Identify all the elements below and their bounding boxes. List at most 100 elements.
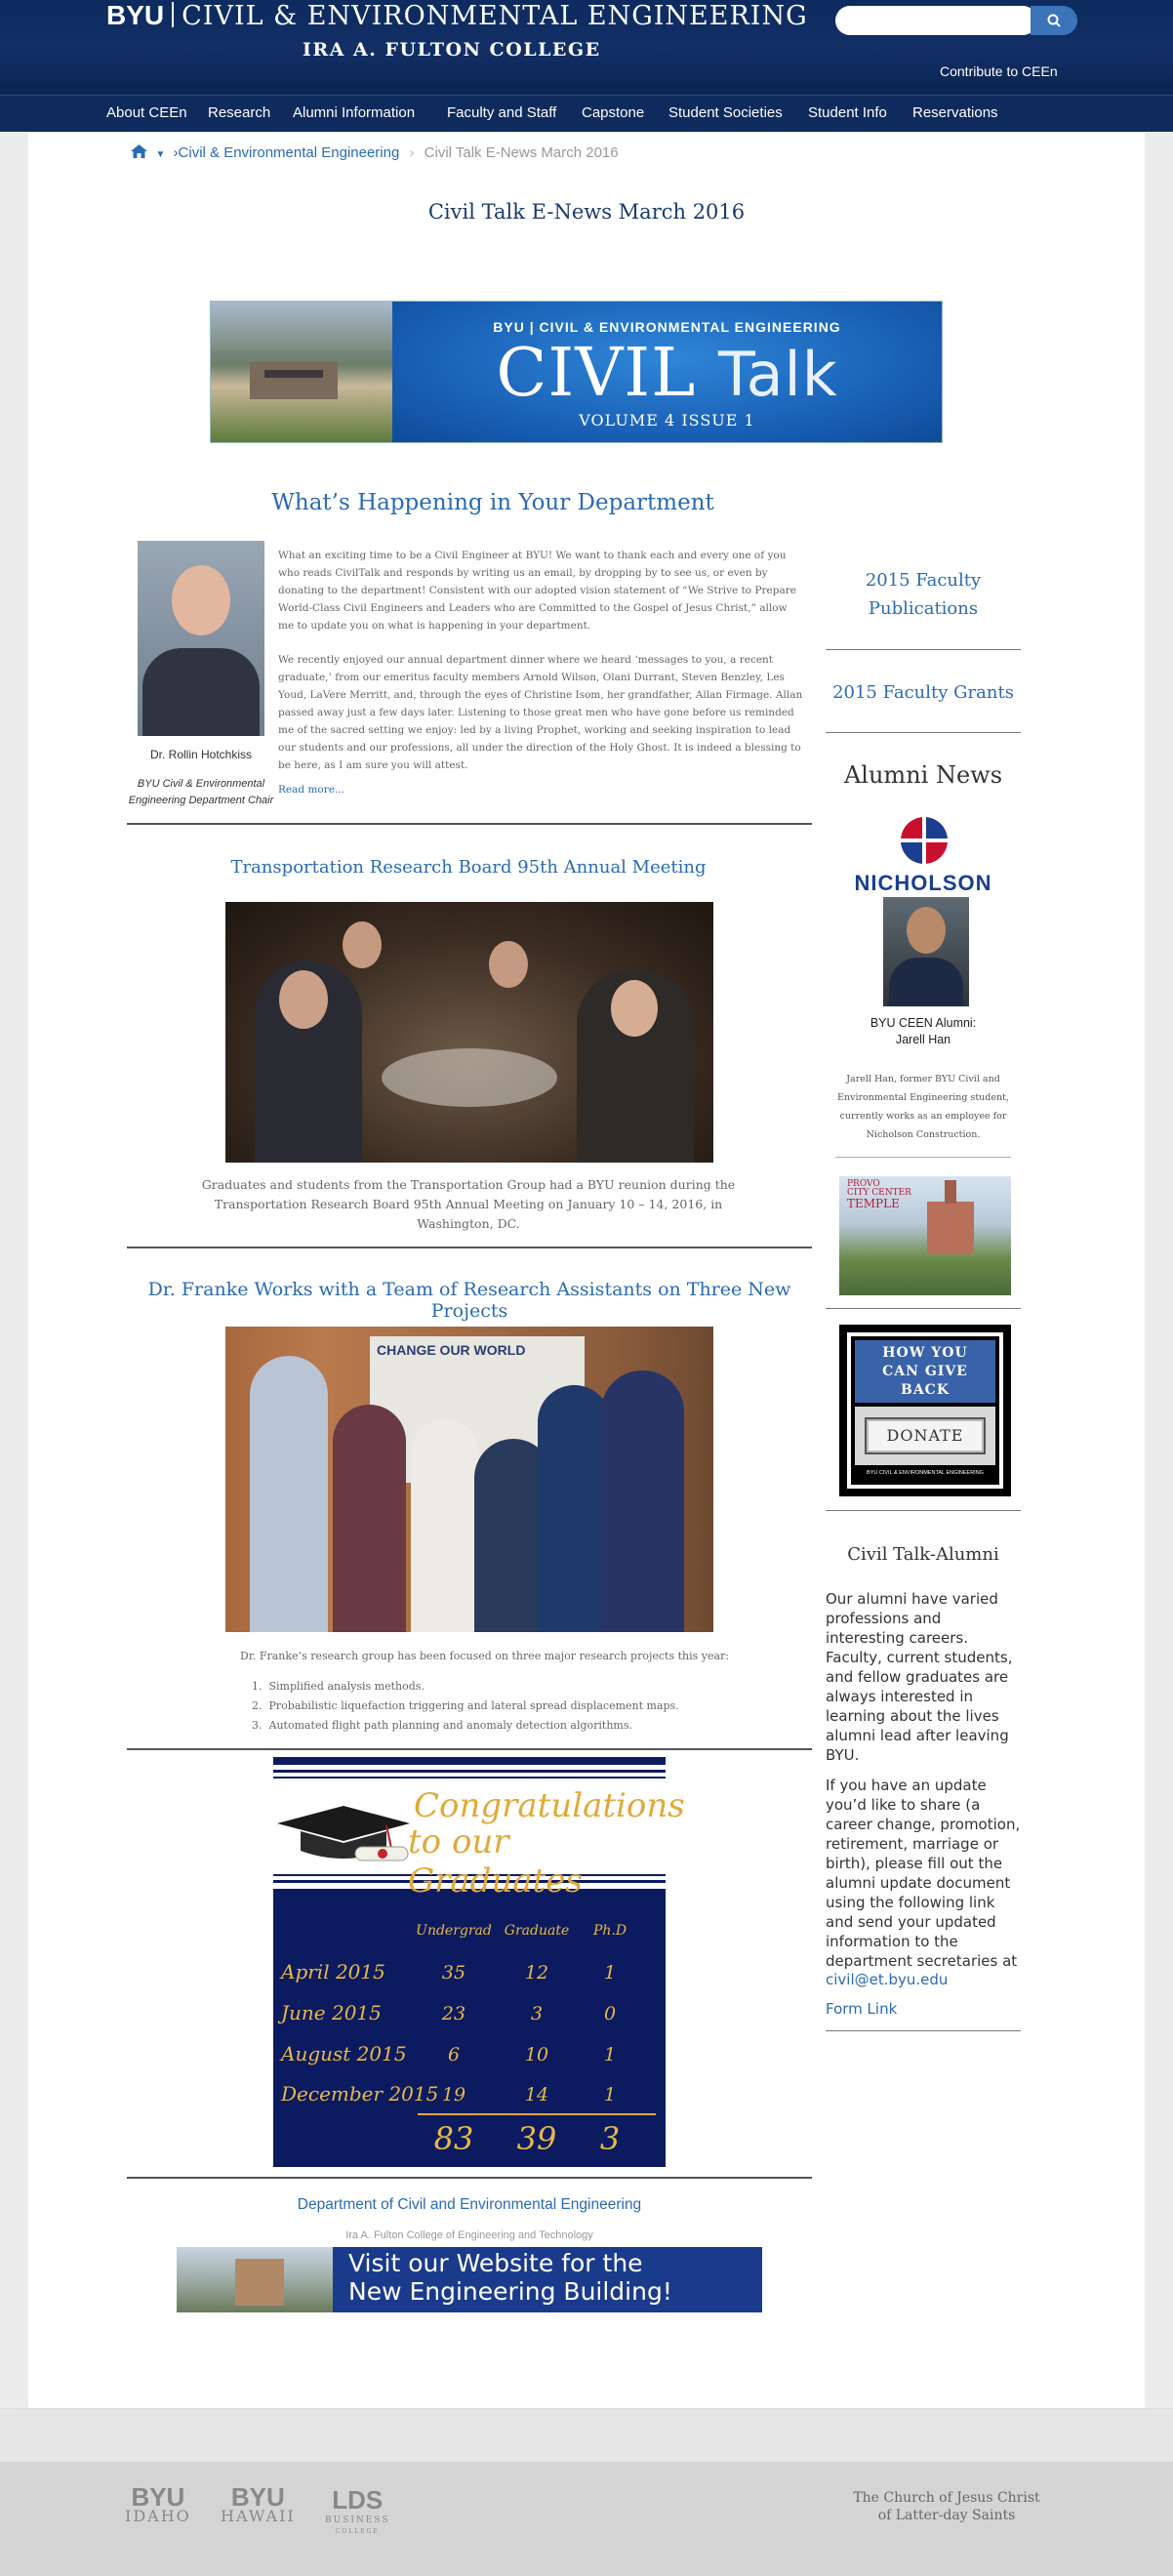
- article-3-title[interactable]: Dr. Franke Works with a Team of Research…: [127, 1279, 812, 1322]
- chair-role: BYU Civil & Environmental Engineering De…: [128, 778, 274, 806]
- email-link[interactable]: civil@et.byu.edu: [826, 1970, 948, 1989]
- alumni-description: Jarell Han, former BYU Civil and Environ…: [837, 1074, 1009, 1140]
- article-2-caption: Graduates and students from the Transpor…: [201, 1177, 736, 1231]
- row-term-april: April 2015: [281, 1960, 385, 1983]
- cell-august-phd: 1: [603, 2044, 617, 2065]
- civil-talk-alumni-paragraph-2: If you have an update you’d like to shar…: [826, 1777, 1021, 1970]
- site-header: BYU CIVIL & ENVIRONMENTAL ENGINEERING IRA…: [0, 0, 1173, 95]
- divider: [127, 2177, 812, 2179]
- cell-june-phd: 0: [603, 2003, 617, 2024]
- church-logo[interactable]: The Church of Jesus Christ of Latter-day…: [849, 2489, 1044, 2524]
- site-brand[interactable]: BYU CIVIL & ENVIRONMENTAL ENGINEERING: [106, 0, 808, 31]
- cell-june-undergrad: 23: [441, 2003, 466, 2024]
- portrait-suit: [142, 648, 260, 736]
- breadcrumb-link[interactable]: Civil & Environmental Engineering: [179, 144, 400, 161]
- breadcrumb-separator-icon: ›: [409, 144, 415, 161]
- cell-june-graduate: 3: [530, 2003, 544, 2024]
- banner-text: Visit our Website for the New Engineerin…: [348, 2249, 672, 2306]
- cell-december-graduate: 14: [524, 2084, 549, 2106]
- search-input[interactable]: [835, 6, 1037, 35]
- total-undergrad: 83: [433, 2120, 474, 2157]
- article-1-paragraph-2: We recently enjoyed our annual departmen…: [278, 654, 803, 771]
- search-button[interactable]: [1031, 6, 1077, 35]
- row-term-june: June 2015: [281, 2001, 382, 2024]
- department-name: CIVIL & ENVIRONMENTAL ENGINEERING: [182, 1, 808, 31]
- lds-business-college-logo-lds: LDS: [332, 2485, 384, 2515]
- cell-december-undergrad: 19: [441, 2084, 466, 2106]
- franke-team-photo: CHANGE OUR WORLD: [225, 1327, 713, 1632]
- contribute-link[interactable]: Contribute to CEEn: [940, 63, 1058, 79]
- nav-item-capstone[interactable]: Capstone: [582, 96, 644, 133]
- banner-talk: Talk: [717, 339, 838, 410]
- brand-divider: [172, 2, 175, 27]
- donate-banner[interactable]: HOW YOU CAN GIVE BACK DONATE BYU CIVIL &…: [839, 1325, 1011, 1496]
- alumni-caption: BYU CEEN Alumni: Jarell Han: [826, 1015, 1021, 1048]
- article-1-paragraph-1: What an exciting time to be a Civil Engi…: [278, 550, 796, 632]
- banner-text-line-1: Visit our Website for the: [348, 2249, 643, 2277]
- donate-button[interactable]: DONATE: [869, 1421, 982, 1451]
- nicholson-logo-icon: [900, 816, 949, 865]
- give-back-line-2: CAN GIVE: [882, 1364, 968, 1379]
- nav-item-research[interactable]: Research: [208, 96, 270, 133]
- divider: [127, 823, 812, 825]
- nav-item-about[interactable]: About CEEn: [106, 96, 187, 133]
- lds-business-college-logo-business: BUSINESS: [325, 2515, 390, 2525]
- divider: [826, 2030, 1021, 2031]
- col-header-graduate: Graduate: [504, 1923, 570, 1939]
- divider: [826, 1308, 1021, 1309]
- chevron-down-icon[interactable]: ▼: [155, 149, 165, 160]
- alumni-news-heading: Alumni News: [843, 761, 1003, 789]
- nav-item-reservations[interactable]: Reservations: [912, 96, 998, 133]
- nav-item-alumni[interactable]: Alumni Information: [293, 96, 415, 133]
- nav-item-faculty[interactable]: Faculty and Staff: [447, 96, 556, 133]
- total-phd: 3: [599, 2120, 621, 2157]
- department-link[interactable]: Department of Civil and Environmental En…: [127, 2196, 812, 2214]
- trb-reunion-photo: [225, 902, 713, 1163]
- provo-temple-image[interactable]: PROVO CITY CENTER TEMPLE: [839, 1176, 1011, 1295]
- college-name[interactable]: IRA A. FULTON COLLEGE: [303, 39, 601, 61]
- faculty-publications-link[interactable]: 2015 Faculty Publications: [826, 566, 1021, 623]
- read-more-link[interactable]: Read more...: [278, 781, 344, 798]
- banner-top-text: BYU | CIVIL & ENVIRONMENTAL ENGINEERING: [493, 319, 841, 335]
- article-2-title[interactable]: Transportation Research Board 95th Annua…: [127, 857, 810, 878]
- page-title: Civil Talk E-News March 2016: [427, 200, 746, 224]
- col-header-phd: Ph.D: [592, 1923, 627, 1939]
- form-link[interactable]: Form Link: [826, 1999, 897, 2019]
- divider: [826, 1510, 1021, 1511]
- temple-label-line-3: TEMPLE: [847, 1197, 900, 1210]
- building-photo: [177, 2247, 333, 2312]
- divider: [127, 1247, 812, 1248]
- graduates-table: Congratulations to our Graduates Undergr…: [273, 1757, 685, 2167]
- home-icon[interactable]: [131, 144, 151, 161]
- total-graduate: 39: [516, 2120, 557, 2157]
- church-logo-line-2: of Latter-day Saints: [877, 2508, 1016, 2523]
- new-building-banner[interactable]: Visit our Website for the New Engineerin…: [177, 2247, 762, 2312]
- give-back-line-1: HOW YOU: [882, 1345, 968, 1361]
- banner-title-panel: BYU | CIVIL & ENVIRONMENTAL ENGINEERING …: [392, 302, 942, 442]
- divider: [835, 1157, 1011, 1158]
- lds-business-college-logo[interactable]: LDS BUSINESS COLLEGE: [325, 2487, 390, 2536]
- search-icon: [1047, 14, 1061, 27]
- lds-business-college-logo-college: COLLEGE: [335, 2528, 380, 2535]
- cell-april-graduate: 12: [524, 1962, 549, 1983]
- byu-idaho-logo-byu: BYU: [131, 2482, 185, 2512]
- breadcrumb: ▼ ›Civil & Environmental Engineering › C…: [131, 144, 619, 162]
- byu-logo: BYU: [106, 0, 165, 30]
- nav-item-societies[interactable]: Student Societies: [668, 96, 783, 133]
- college-subtext: Ira A. Fulton College of Engineering and…: [345, 2229, 593, 2241]
- nav-item-student-info[interactable]: Student Info: [808, 96, 887, 133]
- byu-idaho-logo-idaho: IDAHO: [125, 2507, 191, 2525]
- faculty-grants-link[interactable]: 2015 Faculty Grants: [826, 678, 1021, 707]
- list-item: 2. Probabilistic liquefaction triggering…: [252, 1699, 679, 1712]
- alumni-caption-line-2: Jarell Han: [895, 1033, 951, 1046]
- byu-hawaii-logo[interactable]: BYU HAWAII: [221, 2484, 296, 2526]
- chair-name: Dr. Rollin Hotchkiss: [149, 748, 253, 761]
- divider: [826, 649, 1021, 650]
- main-nav: About CEEn Research Alumni Information F…: [0, 95, 1173, 132]
- civil-talk-alumni-heading: Civil Talk-Alumni: [847, 1544, 999, 1565]
- temple-label: PROVO CITY CENTER TEMPLE: [847, 1180, 911, 1210]
- list-item: 3. Automated flight path planning and an…: [252, 1719, 632, 1732]
- article-1-title[interactable]: What’s Happening in Your Department: [127, 490, 859, 515]
- congrats-subtitle: to our Graduates: [408, 1822, 583, 1901]
- byu-idaho-logo[interactable]: BYU IDAHO: [125, 2482, 191, 2526]
